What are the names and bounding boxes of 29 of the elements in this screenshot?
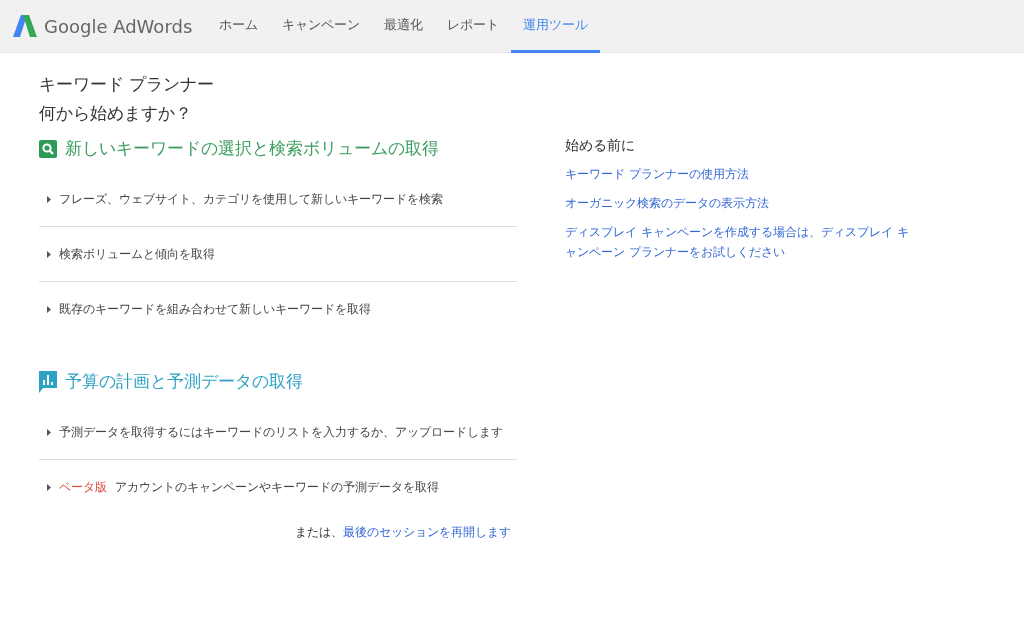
caret-icon <box>47 195 51 203</box>
help-link[interactable]: オーガニック検索のデータの表示方法 <box>565 194 915 214</box>
bar-chart-icon <box>39 370 57 393</box>
beta-label: ベータ版 <box>59 478 107 496</box>
sidebar-title: 始める前に <box>565 137 636 155</box>
resume-prefix: または、 <box>295 525 343 539</box>
option-link[interactable]: フレーズ、ウェブサイト、カテゴリを使用して新しいキーワードを検索 <box>59 190 443 208</box>
logo-icon <box>12 13 38 39</box>
caret-icon <box>47 428 51 436</box>
option-link[interactable]: アカウントのキャンペーンやキーワードの予測データを取得 <box>115 478 439 496</box>
logo-text: Google AdWords <box>44 15 193 37</box>
page-subtitle: 何から始めますか？ <box>39 102 193 125</box>
nav-tab[interactable]: キャンペーン <box>270 0 372 53</box>
help-link[interactable]: キーワード プランナーの使用方法 <box>565 165 915 185</box>
option-link[interactable]: 予測データを取得するにはキーワードのリストを入力するか、アップロードします <box>59 423 503 441</box>
section-title: 新しいキーワードの選択と検索ボリュームの取得 <box>65 137 439 160</box>
caret-icon <box>47 305 51 313</box>
nav-tab[interactable]: 最適化 <box>372 0 435 53</box>
page-title: キーワード プランナー <box>39 73 216 96</box>
caret-icon <box>47 483 51 491</box>
option-link[interactable]: 既存のキーワードを組み合わせて新しいキーワードを取得 <box>59 300 371 318</box>
help-link[interactable]: ディスプレイ キャンペーンを作成する場合は、ディスプレイ キャンペーン プランナーをお試しください <box>565 223 915 262</box>
nav-tab[interactable]: レポート <box>435 0 511 53</box>
search-icon <box>39 139 57 158</box>
section-title: 予算の計画と予測データの取得 <box>65 370 303 393</box>
resume-link[interactable]: 最後のセッションを再開します <box>343 525 511 539</box>
nav-tab[interactable]: ホーム <box>207 0 270 53</box>
option-link[interactable]: 検索ボリュームと傾向を取得 <box>59 245 215 263</box>
caret-icon <box>47 250 51 258</box>
